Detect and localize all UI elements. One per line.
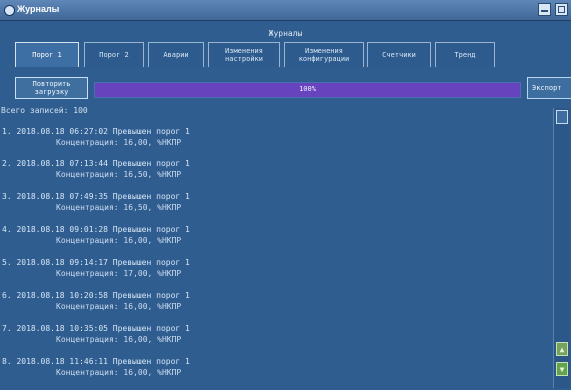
- record-event: 6. 2018.08.18 10:20:58 Превышен порог 1: [2, 291, 190, 300]
- export-button[interactable]: Экспорт: [527, 77, 571, 99]
- tab-alarms[interactable]: Аварии: [148, 42, 204, 67]
- tab-label: Порог 2: [99, 51, 129, 59]
- tab-config-changes[interactable]: Изменения конфигурации: [284, 42, 364, 67]
- journal-record[interactable]: 2. 2018.08.18 07:13:44 Превышен порог 1 …: [2, 158, 542, 180]
- tab-label: Изменения конфигурации: [298, 47, 350, 63]
- reload-label: Повторить загрузку: [32, 80, 71, 96]
- record-concentration: Концентрация: 16,50, %НКПР: [56, 203, 182, 212]
- journal-record[interactable]: 5. 2018.08.18 09:14:17 Превышен порог 1 …: [2, 257, 542, 279]
- record-concentration: Концентрация: 16,50, %НКПР: [56, 170, 182, 179]
- tab-label: Счетчики: [382, 51, 416, 59]
- export-label: Экспорт: [532, 84, 562, 92]
- arrow-down-icon[interactable]: ▼: [556, 362, 568, 376]
- app-icon: [4, 5, 15, 16]
- journal-record[interactable]: 4. 2018.08.18 09:01:28 Превышен порог 1 …: [2, 224, 542, 246]
- window-titlebar: Журналы: [0, 0, 571, 21]
- tab-label: Изменения настройки: [225, 47, 263, 63]
- record-event: 4. 2018.08.18 09:01:28 Превышен порог 1: [2, 225, 190, 234]
- record-event: 3. 2018.08.18 07:49:35 Превышен порог 1: [2, 192, 190, 201]
- record-concentration: Концентрация: 17,00, %НКПР: [56, 269, 182, 278]
- tab-label: Аварии: [163, 51, 189, 59]
- tab-threshold-1[interactable]: Порог 1: [15, 42, 79, 67]
- journal-record[interactable]: 1. 2018.08.18 06:27:02 Превышен порог 1 …: [2, 126, 542, 148]
- section-title: Журналы: [268, 29, 303, 38]
- minimize-icon[interactable]: [538, 3, 551, 16]
- maximize-icon[interactable]: [555, 3, 568, 16]
- record-event: 8. 2018.08.18 11:46:11 Превышен порог 1: [2, 357, 190, 366]
- record-concentration: Концентрация: 16,00, %НКПР: [56, 236, 182, 245]
- record-concentration: Концентрация: 16,00, %НКПР: [56, 335, 182, 344]
- journal-record[interactable]: 3. 2018.08.18 07:49:35 Превышен порог 1 …: [2, 191, 542, 213]
- reload-button[interactable]: Повторить загрузку: [15, 77, 88, 99]
- record-event: 5. 2018.08.18 09:14:17 Превышен порог 1: [2, 258, 190, 267]
- toolbar: Повторить загрузку 100% Экспорт: [0, 74, 571, 102]
- vertical-scrollbar[interactable]: ▲ ▼: [553, 108, 570, 388]
- tab-threshold-2[interactable]: Порог 2: [84, 42, 144, 67]
- record-event: 7. 2018.08.18 10:35:05 Превышен порог 1: [2, 324, 190, 333]
- record-event: 1. 2018.08.18 06:27:02 Превышен порог 1: [2, 127, 190, 136]
- journal-record[interactable]: 6. 2018.08.18 10:20:58 Превышен порог 1 …: [2, 290, 542, 312]
- tab-settings-changes[interactable]: Изменения настройки: [208, 42, 280, 67]
- records-count: Всего записей: 100: [1, 106, 88, 115]
- journal-list: Всего записей: 100 1. 2018.08.18 06:27:0…: [0, 105, 552, 388]
- record-concentration: Концентрация: 16,00, %НКПР: [56, 368, 182, 377]
- scroll-thumb[interactable]: [556, 110, 568, 124]
- window-title: Журналы: [17, 4, 60, 14]
- tab-counters[interactable]: Счетчики: [367, 42, 431, 67]
- progress-text: 100%: [299, 85, 316, 93]
- record-concentration: Концентрация: 16,00, %НКПР: [56, 138, 182, 147]
- tab-label: Порог 1: [32, 51, 62, 59]
- tabs-bar: Порог 1 Порог 2 Аварии Изменения настрой…: [0, 42, 571, 68]
- record-concentration: Концентрация: 16,00, %НКПР: [56, 302, 182, 311]
- journal-record[interactable]: 8. 2018.08.18 11:46:11 Превышен порог 1 …: [2, 356, 542, 378]
- arrow-up-icon[interactable]: ▲: [556, 342, 568, 356]
- load-progress-bar: 100%: [94, 82, 521, 98]
- tab-label: Тренд: [454, 51, 476, 59]
- tab-trend[interactable]: Тренд: [435, 42, 495, 67]
- record-event: 2. 2018.08.18 07:13:44 Превышен порог 1: [2, 159, 190, 168]
- journal-record[interactable]: 7. 2018.08.18 10:35:05 Превышен порог 1 …: [2, 323, 542, 345]
